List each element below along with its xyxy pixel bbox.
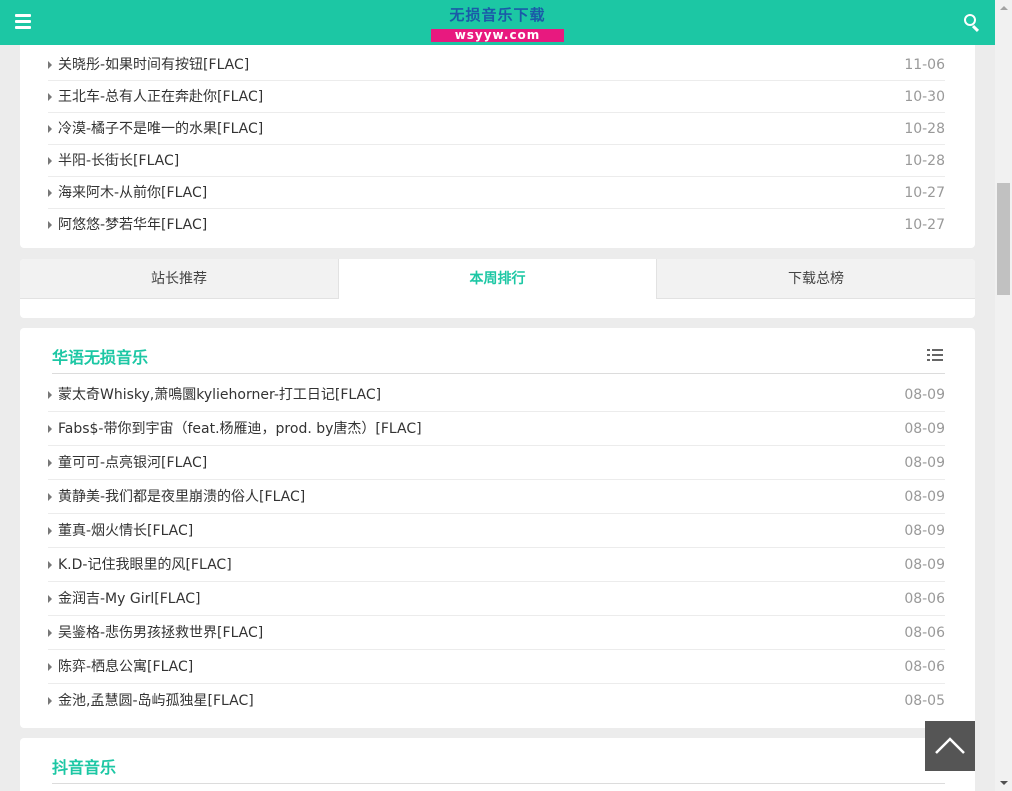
latest-list-card: 关晓彤-如果时间有按钮[FLAC] 11-06 王北车-总有人正在奔赴你[FLA…: [20, 45, 975, 248]
page: 无损音乐下载 wsyyw.com 关晓彤-如果时间有按钮[FLAC] 11-06…: [0, 0, 995, 791]
song-title[interactable]: 吴鉴格-悲伤男孩拯救世界[FLAC]: [58, 616, 263, 650]
top-navbar: 无损音乐下载 wsyyw.com: [0, 0, 995, 45]
triangle-bullet-icon: [48, 221, 52, 229]
section-title[interactable]: 华语无损音乐: [52, 344, 148, 368]
hamburger-icon[interactable]: [15, 14, 31, 29]
chevron-up-icon: [935, 737, 965, 754]
logo-subtitle: wsyyw.com: [431, 29, 564, 42]
section-header: 华语无损音乐: [52, 328, 945, 374]
arrow-down-icon: [1000, 781, 1008, 785]
search-icon[interactable]: [964, 14, 982, 33]
song-date: 08-09: [904, 557, 945, 573]
triangle-bullet-icon: [48, 391, 52, 399]
logo-title: 无损音乐下载: [449, 6, 546, 24]
song-title[interactable]: 金池,孟慧圆-岛屿孤独星[FLAC]: [58, 684, 254, 718]
triangle-bullet-icon: [48, 697, 52, 705]
song-date: 08-06: [904, 591, 945, 607]
list-item[interactable]: 关晓彤-如果时间有按钮[FLAC] 11-06: [48, 49, 945, 81]
section-card-chinese-lossless: 华语无损音乐 蒙太奇Whisky,萧鳴圜kyliehorner-打工日记[FLA…: [20, 328, 975, 728]
triangle-bullet-icon: [48, 425, 52, 433]
list-item[interactable]: 阿悠悠-梦若华年[FLAC] 10-27: [48, 209, 945, 241]
list-item[interactable]: 海来阿木-从前你[FLAC] 10-27: [48, 177, 945, 209]
tab-weekly-ranking[interactable]: 本周排行: [338, 259, 657, 299]
list-item[interactable]: 金润吉-My Girl[FLAC] 08-06: [48, 582, 945, 616]
song-title[interactable]: 金润吉-My Girl[FLAC]: [58, 582, 200, 616]
triangle-bullet-icon: [48, 459, 52, 467]
triangle-bullet-icon: [48, 61, 52, 69]
triangle-bullet-icon: [48, 527, 52, 535]
latest-list: 关晓彤-如果时间有按钮[FLAC] 11-06 王北车-总有人正在奔赴你[FLA…: [20, 45, 975, 241]
triangle-bullet-icon: [48, 663, 52, 671]
triangle-bullet-icon: [48, 595, 52, 603]
section-title[interactable]: 抖音音乐: [52, 754, 116, 778]
song-date: 08-09: [904, 455, 945, 471]
section-card-douyin: 抖音音乐: [20, 738, 975, 791]
song-title[interactable]: 王北车-总有人正在奔赴你[FLAC]: [58, 81, 263, 113]
song-date: 08-06: [904, 625, 945, 641]
tab-download-ranking[interactable]: 下载总榜: [657, 259, 975, 299]
song-title[interactable]: 童可可-点亮银河[FLAC]: [58, 446, 207, 480]
list-item[interactable]: 吴鉴格-悲伤男孩拯救世界[FLAC] 08-06: [48, 616, 945, 650]
song-date: 08-09: [904, 421, 945, 437]
arrow-up-icon: [1000, 6, 1008, 10]
triangle-bullet-icon: [48, 189, 52, 197]
triangle-bullet-icon: [48, 125, 52, 133]
list-item[interactable]: 冷漠-橘子不是唯一的水果[FLAC] 10-28: [48, 113, 945, 145]
list-item[interactable]: 陈弈-栖息公寓[FLAC] 08-06: [48, 650, 945, 684]
song-title[interactable]: 海来阿木-从前你[FLAC]: [58, 177, 207, 209]
song-title[interactable]: 阿悠悠-梦若华年[FLAC]: [58, 209, 207, 241]
list-item[interactable]: 王北车-总有人正在奔赴你[FLAC] 10-30: [48, 81, 945, 113]
site-logo[interactable]: 无损音乐下载 wsyyw.com: [431, 5, 564, 43]
section-header: 抖音音乐: [52, 738, 945, 784]
song-date: 10-30: [904, 89, 945, 105]
song-title[interactable]: K.D-记住我眼里的风[FLAC]: [58, 548, 232, 582]
triangle-bullet-icon: [48, 93, 52, 101]
list-item[interactable]: 金池,孟慧圆-岛屿孤独星[FLAC] 08-05: [48, 684, 945, 718]
song-title[interactable]: 半阳-长街长[FLAC]: [58, 145, 179, 177]
song-date: 08-09: [904, 387, 945, 403]
list-icon[interactable]: [927, 349, 943, 362]
list-item[interactable]: 黄静美-我们都是夜里崩溃的俗人[FLAC] 08-09: [48, 480, 945, 514]
triangle-bullet-icon: [48, 157, 52, 165]
song-list: 蒙太奇Whisky,萧鳴圜kyliehorner-打工日记[FLAC] 08-0…: [20, 374, 975, 718]
ranking-tabs: 站长推荐 本周排行 下载总榜: [20, 259, 975, 318]
song-date: 10-27: [904, 185, 945, 201]
scrollbar-thumb[interactable]: [997, 183, 1010, 295]
song-date: 08-09: [904, 489, 945, 505]
list-item[interactable]: K.D-记住我眼里的风[FLAC] 08-09: [48, 548, 945, 582]
triangle-bullet-icon: [48, 493, 52, 501]
list-item[interactable]: 童可可-点亮银河[FLAC] 08-09: [48, 446, 945, 480]
song-date: 08-06: [904, 659, 945, 675]
song-title[interactable]: 董真-烟火情长[FLAC]: [58, 514, 193, 548]
song-date: 10-27: [904, 217, 945, 233]
song-title[interactable]: 黄静美-我们都是夜里崩溃的俗人[FLAC]: [58, 480, 305, 514]
tab-recommend[interactable]: 站长推荐: [20, 259, 338, 299]
song-title[interactable]: 蒙太奇Whisky,萧鳴圜kyliehorner-打工日记[FLAC]: [58, 378, 381, 412]
list-item[interactable]: 半阳-长街长[FLAC] 10-28: [48, 145, 945, 177]
triangle-bullet-icon: [48, 561, 52, 569]
song-date: 11-06: [904, 57, 945, 73]
list-item[interactable]: 董真-烟火情长[FLAC] 08-09: [48, 514, 945, 548]
song-date: 10-28: [904, 121, 945, 137]
song-date: 10-28: [904, 153, 945, 169]
song-title[interactable]: Fabs$-带你到宇宙（feat.杨雁迪，prod. by唐杰）[FLAC]: [58, 412, 422, 446]
song-title[interactable]: 冷漠-橘子不是唯一的水果[FLAC]: [58, 113, 263, 145]
scroll-up-button[interactable]: [995, 0, 1012, 17]
list-item[interactable]: Fabs$-带你到宇宙（feat.杨雁迪，prod. by唐杰）[FLAC] 0…: [48, 412, 945, 446]
song-date: 08-09: [904, 523, 945, 539]
song-date: 08-05: [904, 693, 945, 709]
scroll-down-button[interactable]: [995, 774, 1012, 791]
triangle-bullet-icon: [48, 629, 52, 637]
song-title[interactable]: 关晓彤-如果时间有按钮[FLAC]: [58, 49, 249, 81]
vertical-scrollbar[interactable]: [995, 0, 1012, 791]
song-title[interactable]: 陈弈-栖息公寓[FLAC]: [58, 650, 193, 684]
list-item[interactable]: 蒙太奇Whisky,萧鳴圜kyliehorner-打工日记[FLAC] 08-0…: [48, 378, 945, 412]
back-to-top-button[interactable]: [925, 721, 975, 771]
